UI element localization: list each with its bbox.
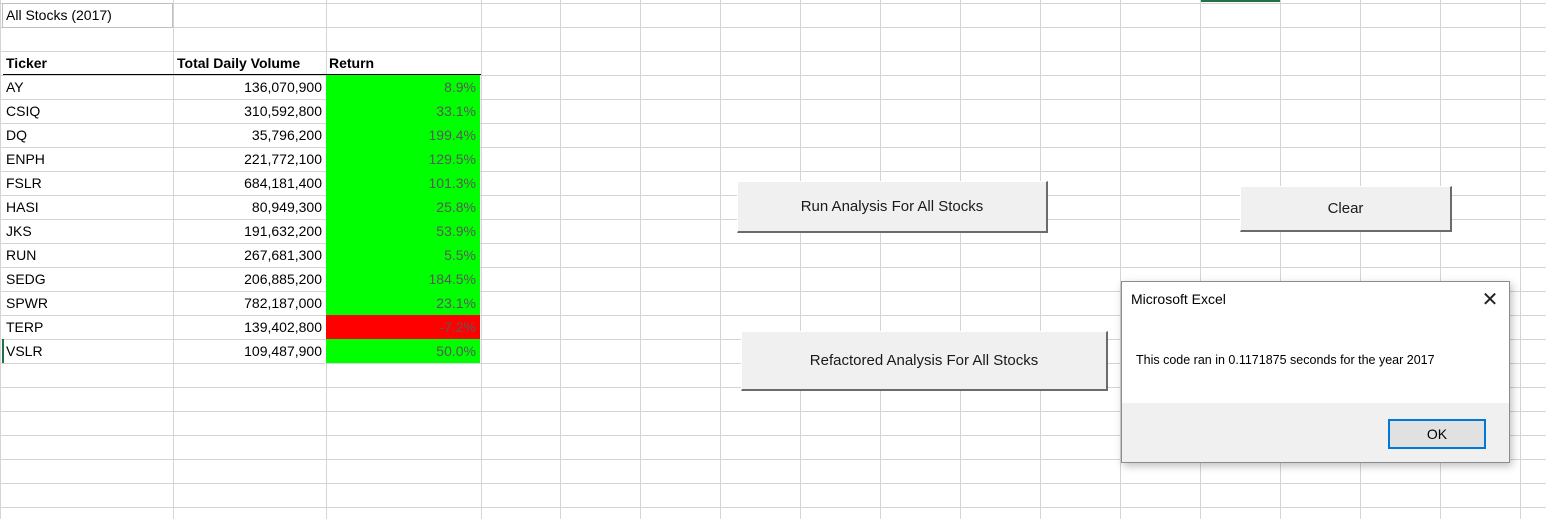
sheet-title[interactable]: All Stocks (2017) [6, 3, 112, 27]
return-cell[interactable]: 33.1% [326, 99, 476, 123]
ticker-cell[interactable]: HASI [6, 195, 39, 219]
return-cell[interactable]: 5.5% [326, 243, 476, 267]
volume-cell[interactable]: 80,949,300 [174, 195, 322, 219]
dialog-footer: OK [1122, 403, 1509, 462]
return-cell[interactable]: 101.3% [326, 171, 476, 195]
dialog-title: Microsoft Excel [1131, 291, 1226, 307]
volume-cell[interactable]: 221,772,100 [174, 147, 322, 171]
ok-button[interactable]: OK [1388, 419, 1486, 449]
return-cell[interactable]: 23.1% [326, 291, 476, 315]
header-ticker[interactable]: Ticker [6, 51, 47, 75]
ticker-cell[interactable]: TERP [6, 315, 43, 339]
return-cell[interactable]: -7.2% [326, 315, 476, 339]
message-dialog: Microsoft Excel ✕ This code ran in 0.117… [1121, 281, 1510, 463]
return-cell[interactable]: 184.5% [326, 267, 476, 291]
return-cell[interactable]: 199.4% [326, 123, 476, 147]
ticker-cell[interactable]: VSLR [6, 339, 43, 363]
volume-cell[interactable]: 206,885,200 [174, 267, 322, 291]
return-cell[interactable]: 8.9% [326, 75, 476, 99]
header-total-daily-volume[interactable]: Total Daily Volume [177, 51, 300, 75]
volume-cell[interactable]: 191,632,200 [174, 219, 322, 243]
volume-cell[interactable]: 139,402,800 [174, 315, 322, 339]
return-cell[interactable]: 129.5% [326, 147, 476, 171]
ticker-cell[interactable]: CSIQ [6, 99, 40, 123]
header-return[interactable]: Return [329, 51, 374, 75]
volume-cell[interactable]: 109,487,900 [174, 339, 322, 363]
close-icon[interactable]: ✕ [1477, 287, 1503, 313]
ticker-cell[interactable]: DQ [6, 123, 27, 147]
volume-cell[interactable]: 136,070,900 [174, 75, 322, 99]
refactored-analysis-button[interactable]: Refactored Analysis For All Stocks [741, 331, 1108, 391]
volume-cell[interactable]: 782,187,000 [174, 291, 322, 315]
return-cell[interactable]: 50.0% [326, 339, 476, 363]
dialog-message: This code ran in 0.1171875 seconds for t… [1136, 353, 1435, 367]
ticker-cell[interactable]: RUN [6, 243, 36, 267]
ticker-cell[interactable]: SEDG [6, 267, 46, 291]
active-column-indicator [1201, 0, 1280, 2]
ticker-cell[interactable]: SPWR [6, 291, 48, 315]
clear-button[interactable]: Clear [1240, 186, 1452, 232]
return-cell[interactable]: 25.8% [326, 195, 476, 219]
volume-cell[interactable]: 310,592,800 [174, 99, 322, 123]
ticker-cell[interactable]: JKS [6, 219, 32, 243]
ticker-cell[interactable]: ENPH [6, 147, 45, 171]
run-analysis-button[interactable]: Run Analysis For All Stocks [737, 181, 1048, 233]
return-cell[interactable]: 53.9% [326, 219, 476, 243]
volume-cell[interactable]: 267,681,300 [174, 243, 322, 267]
volume-cell[interactable]: 35,796,200 [174, 123, 322, 147]
ticker-cell[interactable]: AY [6, 75, 24, 99]
ticker-cell[interactable]: FSLR [6, 171, 42, 195]
volume-cell[interactable]: 684,181,400 [174, 171, 322, 195]
